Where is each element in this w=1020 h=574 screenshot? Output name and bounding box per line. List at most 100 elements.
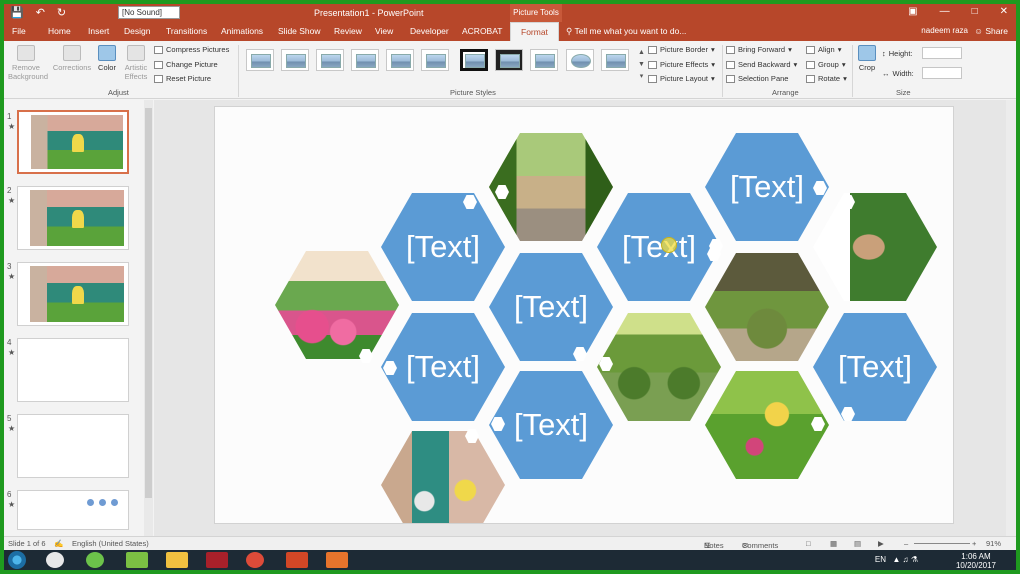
picture-style-7[interactable] (460, 49, 488, 71)
align-button[interactable]: Align ▾ (806, 45, 841, 54)
media-player-taskbar-icon[interactable] (126, 552, 148, 568)
hex-text-7[interactable]: [Text] (813, 313, 937, 421)
tab-design[interactable]: Design (124, 26, 150, 36)
hex-picture-garden[interactable] (275, 251, 399, 359)
tray-icons[interactable]: ▲ ♫ ⚗ (892, 555, 918, 564)
slide-canvas[interactable]: [Text] [Text] [Text] [Text] [Text] [Text… (214, 106, 954, 524)
tab-format[interactable]: Format (510, 22, 559, 41)
sound-select[interactable]: [No Sound] (118, 6, 180, 19)
hex-picture-family[interactable] (381, 431, 505, 523)
minimize-button[interactable]: — (940, 6, 950, 17)
picture-layout-button[interactable]: Picture Layout ▾ (648, 74, 715, 83)
picture-style-6[interactable] (421, 49, 449, 71)
tab-review[interactable]: Review (334, 26, 362, 36)
picture-style-2[interactable] (281, 49, 309, 71)
height-input[interactable] (922, 47, 962, 59)
send-backward-button[interactable]: Send Backward ▾ (726, 60, 797, 69)
system-clock[interactable]: 1:06 AM 10/20/2017 (956, 552, 996, 570)
corrections-button[interactable]: Corrections (52, 45, 92, 72)
zoom-level[interactable]: 91% (986, 539, 1001, 548)
hex-picture-plants[interactable] (705, 253, 829, 361)
ribbon-display-icon[interactable]: ▣ (908, 6, 917, 17)
slide-thumbnail-2[interactable] (17, 186, 129, 250)
slide-thumbnail-3[interactable] (17, 262, 129, 326)
width-input[interactable] (922, 67, 962, 79)
hex-text-5[interactable]: [Text] (597, 193, 721, 301)
hex-text-4[interactable]: [Text] (489, 371, 613, 479)
slide-thumbnail-1[interactable] (17, 110, 129, 174)
user-name[interactable]: nadeem raza (921, 26, 968, 35)
picture-style-3[interactable] (316, 49, 344, 71)
hex-text-1[interactable]: [Text] (381, 193, 505, 301)
slide-thumbnail-4[interactable] (17, 338, 129, 402)
crop-button[interactable]: Crop (856, 45, 878, 72)
picture-style-8[interactable] (495, 49, 523, 71)
save-icon[interactable]: 💾 (10, 6, 24, 19)
close-button[interactable]: ✕ (1000, 6, 1008, 17)
chrome-taskbar-icon[interactable] (46, 552, 64, 568)
tab-home[interactable]: Home (48, 26, 71, 36)
picture-style-10[interactable] (566, 49, 594, 71)
picture-border-button[interactable]: Picture Border ▾ (648, 45, 715, 54)
hex-picture-woman-gardening[interactable] (705, 371, 829, 479)
language-status[interactable]: English (United States) (72, 539, 149, 548)
tab-insert[interactable]: Insert (88, 26, 109, 36)
tab-slide-show[interactable]: Slide Show (278, 26, 321, 36)
zoom-in-icon[interactable]: + (972, 539, 976, 548)
tab-transitions[interactable]: Transitions (166, 26, 207, 36)
slideshow-icon[interactable]: ▶ (878, 539, 884, 548)
hex-text-2[interactable]: [Text] (489, 253, 613, 361)
app-taskbar-icon[interactable] (326, 552, 348, 568)
change-picture-button[interactable]: Change Picture (154, 60, 218, 69)
tab-developer[interactable]: Developer (410, 26, 449, 36)
picture-effects-button[interactable]: Picture Effects ▾ (648, 60, 715, 69)
reset-picture-button[interactable]: Reset Picture (154, 74, 211, 83)
normal-view-icon[interactable]: □ (806, 539, 811, 548)
rotate-button[interactable]: Rotate ▾ (806, 74, 847, 83)
picture-style-4[interactable] (351, 49, 379, 71)
chrome-browser-taskbar-icon[interactable] (246, 552, 264, 568)
thumbnail-scrollbar[interactable] (144, 100, 153, 536)
hex-picture-park[interactable] (597, 313, 721, 421)
picture-style-11[interactable] (601, 49, 629, 71)
compress-pictures-button[interactable]: Compress Pictures (154, 45, 229, 54)
picture-style-5[interactable] (386, 49, 414, 71)
share-button[interactable]: ☺ Share (974, 26, 1008, 36)
redo-icon[interactable]: ↻ (57, 6, 66, 19)
artistic-effects-button[interactable]: Artistic Effects (122, 45, 150, 81)
upwork-taskbar-icon[interactable] (86, 552, 104, 568)
hex-picture-deer[interactable] (813, 193, 937, 301)
gallery-scroll[interactable]: ▲ ▼ ▾ (637, 47, 646, 83)
slide-scrollbar[interactable] (1006, 100, 1016, 536)
hex-text-3[interactable]: [Text] (381, 313, 505, 421)
color-button[interactable]: Color (96, 45, 118, 72)
maximize-button[interactable]: □ (972, 6, 978, 17)
tab-file[interactable]: File (12, 26, 26, 36)
tell-me-search[interactable]: ⚲ Tell me what you want to do... (566, 26, 686, 37)
bring-forward-button[interactable]: Bring Forward ▾ (726, 45, 792, 54)
start-button-icon[interactable] (8, 551, 26, 569)
group-button[interactable]: Group ▾ (806, 60, 846, 69)
slide-thumbnail-5[interactable] (17, 414, 129, 478)
zoom-slider[interactable] (914, 543, 970, 544)
picture-style-1[interactable] (246, 49, 274, 71)
tab-view[interactable]: View (375, 26, 393, 36)
slide-sorter-icon[interactable]: ▦ (830, 539, 837, 548)
selection-pane-button[interactable]: Selection Pane (726, 74, 788, 83)
powerpoint-taskbar-icon[interactable] (286, 552, 308, 568)
tab-acrobat[interactable]: ACROBAT (462, 26, 502, 36)
picture-style-9[interactable] (530, 49, 558, 71)
adobe-illustrator-taskbar-icon[interactable] (206, 552, 228, 568)
reading-view-icon[interactable]: ▤ (854, 539, 861, 548)
spelling-icon[interactable]: ✍ (54, 539, 63, 548)
status-bar: Slide 1 of 6 ✍ English (United States) ☰… (4, 536, 1016, 550)
tab-animations[interactable]: Animations (221, 26, 263, 36)
hex-text-6[interactable]: [Text] (705, 133, 829, 241)
input-language[interactable]: EN (875, 555, 886, 564)
zoom-out-icon[interactable]: – (904, 539, 908, 548)
file-explorer-taskbar-icon[interactable] (166, 552, 188, 568)
remove-background-button[interactable]: Remove Background (8, 45, 48, 81)
undo-icon[interactable]: ↶ (36, 6, 45, 19)
slide-thumbnail-6[interactable] (17, 490, 129, 530)
hex-picture-path[interactable] (489, 133, 613, 241)
